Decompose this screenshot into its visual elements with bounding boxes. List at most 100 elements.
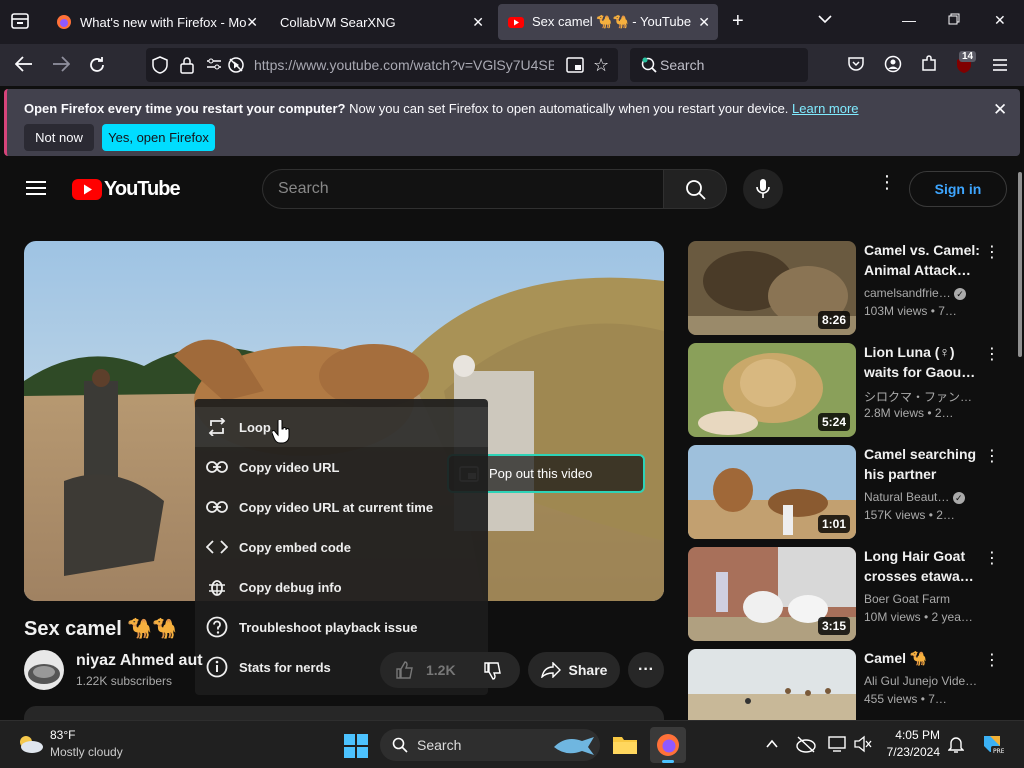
volume-muted-icon[interactable] — [854, 735, 872, 753]
back-icon[interactable] — [14, 56, 33, 75]
thumb-up-icon[interactable] — [396, 661, 414, 679]
recommended-title[interactable]: Long Hair Goat crosses etawa… — [864, 546, 980, 586]
recommended-thumbnail[interactable] — [688, 649, 856, 720]
permissions-icon[interactable] — [206, 57, 222, 76]
new-tab-icon[interactable]: + — [732, 10, 744, 33]
windows-start-icon[interactable] — [344, 734, 368, 758]
recommended-channel: Boer Goat Farm — [864, 592, 951, 606]
recommended-menu-icon[interactable]: ⋮ — [984, 548, 1000, 568]
like-dislike-segment[interactable]: 1.2K — [380, 652, 520, 688]
yt-search-button[interactable] — [663, 169, 727, 209]
recommended-thumbnail[interactable]: 3:15 — [688, 547, 856, 641]
not-now-button[interactable]: Not now — [24, 124, 94, 151]
clock-time[interactable]: 4:05 PM — [888, 728, 940, 742]
share-label: Share — [568, 662, 608, 678]
menu-item-copy-debug-info[interactable]: Copy debug info — [195, 567, 488, 607]
recommended-thumbnail[interactable]: 8:26 — [688, 241, 856, 335]
menu-item-copy-embed-code[interactable]: Copy embed code — [195, 527, 488, 567]
app-menu-icon[interactable] — [992, 57, 1008, 75]
taskbar-firefox-button[interactable] — [650, 727, 686, 763]
copilot-icon[interactable]: PRE — [980, 732, 1004, 756]
pocket-icon[interactable] — [847, 56, 865, 75]
player-context-menu: Loop Copy video URL Copy video URL at cu… — [195, 399, 488, 695]
display-icon[interactable] — [828, 735, 846, 753]
thumb-down-icon[interactable] — [484, 662, 502, 680]
restore-icon[interactable] — [948, 12, 960, 28]
recommended-menu-icon[interactable]: ⋮ — [984, 446, 1000, 466]
lock-icon[interactable] — [180, 56, 194, 79]
recommended-title[interactable]: Camel searching his partner — [864, 444, 980, 484]
scrollbar-thumb[interactable] — [1018, 172, 1022, 357]
recommended-menu-icon[interactable]: ⋮ — [984, 344, 1000, 364]
search-highlight-icon — [554, 737, 594, 755]
video-duration: 8:26 — [817, 311, 850, 329]
voice-search-button[interactable] — [743, 169, 783, 209]
menu-item-copy-url-at-time[interactable]: Copy video URL at current time — [195, 487, 488, 527]
search-bar[interactable]: Search — [630, 48, 808, 82]
share-button[interactable]: Share — [528, 652, 620, 688]
close-window-icon[interactable]: ✕ — [994, 12, 1006, 29]
recommended-menu-icon[interactable]: ⋮ — [984, 650, 1000, 670]
sign-in-button[interactable]: Sign in — [909, 171, 1007, 207]
recommended-title[interactable]: Camel 🐪 — [864, 648, 980, 668]
notification-text: Now you can set Firefox to open automati… — [345, 101, 793, 116]
list-tabs-chevron-icon[interactable] — [818, 12, 832, 27]
menu-item-copy-video-url[interactable]: Copy video URL — [195, 447, 488, 487]
forward-icon[interactable] — [52, 56, 71, 75]
channel-name[interactable]: niyaz Ahmed aut — [76, 652, 203, 670]
channel-avatar[interactable] — [24, 650, 64, 690]
recommended-thumbnail[interactable]: 1:01 — [688, 445, 856, 539]
autoplay-blocked-icon[interactable] — [227, 56, 245, 79]
like-count: 1.2K — [426, 662, 456, 678]
weather-temp[interactable]: 83°F — [50, 728, 75, 742]
recommended-menu-icon[interactable]: ⋮ — [984, 242, 1000, 262]
guide-menu-icon[interactable] — [26, 180, 46, 201]
url-text[interactable]: https://www.youtube.com/watch?v=VGlSy7U4… — [254, 57, 554, 73]
reload-icon[interactable] — [88, 56, 106, 77]
learn-more-link[interactable]: Learn more — [792, 101, 858, 116]
menu-item-troubleshoot[interactable]: Troubleshoot playback issue — [195, 607, 488, 647]
sign-in-label: Sign in — [934, 181, 982, 197]
close-tab-icon[interactable]: ✕ — [698, 14, 710, 31]
file-explorer-icon[interactable] — [612, 733, 638, 755]
close-notification-icon[interactable]: ✕ — [993, 100, 1007, 120]
close-tab-icon[interactable]: ✕ — [472, 14, 484, 31]
tab-title: Sex camel 🐪🐪 - YouTube — [532, 14, 692, 29]
youtube-logo[interactable]: YouTube — [72, 178, 181, 201]
notification-bell-icon[interactable] — [948, 735, 964, 753]
url-bar[interactable]: https://www.youtube.com/watch?v=VGlSy7U4… — [146, 48, 618, 82]
bookmark-star-icon[interactable]: ☆ — [593, 55, 609, 76]
tab-whats-new[interactable]: What's new with Firefox - More ✕ — [46, 4, 266, 40]
search-bar-placeholder: Search — [660, 57, 705, 73]
recommended-thumbnail[interactable]: 5:24 — [688, 343, 856, 437]
clock-date[interactable]: 7/23/2024 — [876, 745, 940, 759]
youtube-logo-text: YouTube — [104, 178, 181, 200]
video-title: Sex camel 🐪🐪 — [24, 618, 178, 640]
description-box[interactable] — [24, 706, 664, 720]
account-icon[interactable] — [884, 55, 902, 76]
notification-title: Open Firefox every time you restart your… — [24, 101, 346, 116]
tracking-protection-shield-icon[interactable] — [152, 56, 168, 79]
yt-search-input[interactable]: Search — [262, 169, 664, 209]
extensions-puzzle-icon[interactable] — [920, 55, 938, 76]
recommended-title[interactable]: Camel vs. Camel: Animal Attack… — [864, 240, 980, 280]
settings-kebab-icon[interactable]: ⋮ — [878, 173, 896, 191]
weather-condition[interactable]: Mostly cloudy — [50, 745, 123, 759]
close-tab-icon[interactable]: ✕ — [246, 14, 258, 31]
pop-out-label: Pop out this video — [489, 466, 593, 481]
youtube-play-icon — [72, 179, 102, 200]
picture-in-picture-icon[interactable] — [566, 57, 584, 78]
firefox-view-icon[interactable] — [10, 12, 30, 35]
yes-open-firefox-button[interactable]: Yes, open Firefox — [102, 124, 215, 151]
taskbar-search-box[interactable]: Search — [380, 729, 600, 761]
firefox-favicon-icon — [57, 15, 71, 29]
weather-cloud-icon[interactable] — [16, 733, 44, 755]
minimize-icon[interactable]: — — [902, 12, 916, 28]
recommended-title[interactable]: Lion Luna (♀) waits for Gaou… — [864, 342, 980, 382]
tab-youtube[interactable]: Sex camel 🐪🐪 - YouTube ✕ — [498, 4, 718, 40]
show-hidden-icons-chevron-icon[interactable] — [766, 739, 778, 749]
menu-item-loop[interactable]: Loop — [195, 407, 488, 447]
network-offline-icon[interactable] — [796, 735, 816, 753]
tab-searxng[interactable]: CollabVM SearXNG ✕ — [270, 4, 492, 40]
more-actions-button[interactable]: ··· — [628, 652, 664, 688]
